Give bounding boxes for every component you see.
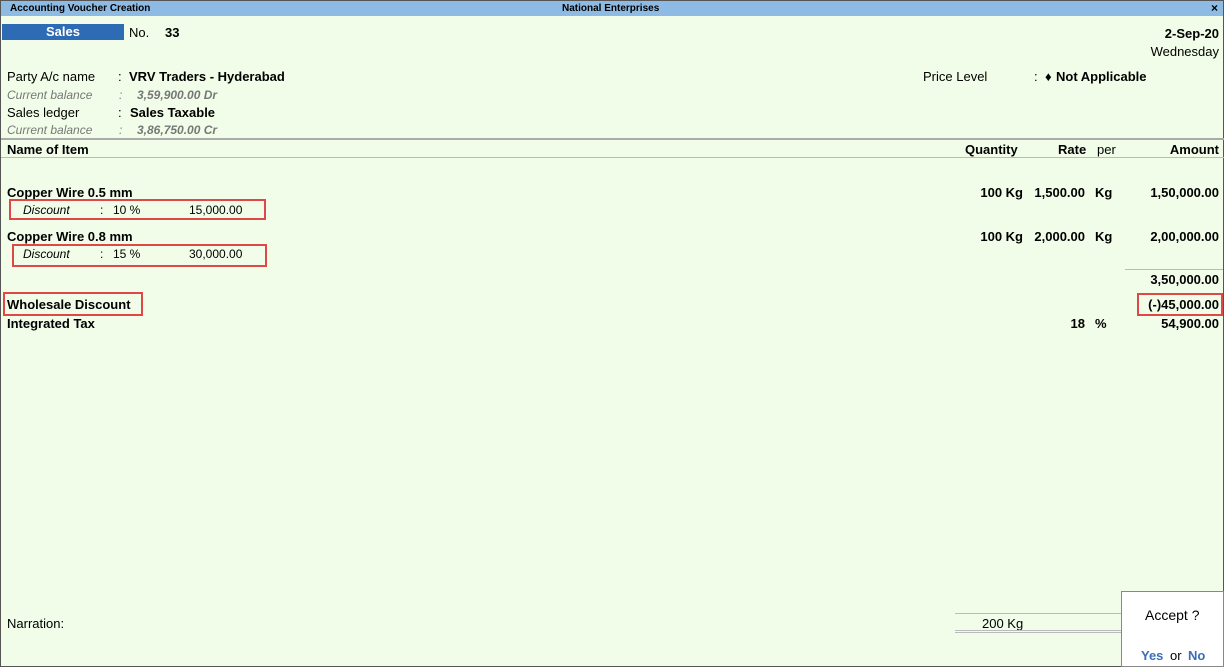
voucher-type[interactable]: Sales xyxy=(2,24,124,40)
item-per[interactable]: Kg xyxy=(1095,229,1112,244)
col-amount: Amount xyxy=(1169,142,1219,157)
ledger-name[interactable]: Integrated Tax xyxy=(7,316,95,331)
col-rate: Rate xyxy=(1058,142,1087,157)
discount-label: Discount xyxy=(23,247,70,261)
total-quantity: 200 Kg xyxy=(982,616,1024,631)
ledger-rate[interactable]: 18 xyxy=(1071,316,1085,331)
voucher-no[interactable]: 33 xyxy=(165,25,179,40)
title-bar: Accounting Voucher Creation National Ent… xyxy=(1,1,1223,16)
ledger-amount[interactable]: 54,900.00 xyxy=(1161,316,1219,331)
window-title: Accounting Voucher Creation xyxy=(10,3,151,14)
price-level-label: Price Level xyxy=(923,69,988,84)
item-amount[interactable]: 1,50,000.00 xyxy=(1150,185,1219,200)
item-qty[interactable]: 100 Kg xyxy=(980,185,1023,200)
discount-amount[interactable]: 15,000.00 xyxy=(189,203,242,217)
or-text: or xyxy=(1170,648,1182,663)
voucher-no-label: No. xyxy=(129,25,150,40)
party-label: Party A/c name xyxy=(7,69,96,84)
item-rate[interactable]: 1,500.00 xyxy=(1034,185,1085,200)
col-qty: Quantity xyxy=(965,142,1018,157)
subtotal: 3,50,000.00 xyxy=(1150,272,1219,287)
col-per: per xyxy=(1097,142,1116,157)
discount-percent[interactable]: 15 % xyxy=(113,247,140,261)
item-per[interactable]: Kg xyxy=(1095,185,1112,200)
accept-dialog: Accept ? Yes or No xyxy=(1121,591,1224,667)
close-icon[interactable]: × xyxy=(1211,1,1218,15)
ledger-balance-label: Current balance xyxy=(7,123,93,137)
ledger-name[interactable]: Wholesale Discount xyxy=(7,297,131,312)
discount-label: Discount xyxy=(23,203,70,217)
price-level[interactable]: Not Applicable xyxy=(1056,69,1147,84)
discount-percent[interactable]: 10 % xyxy=(113,203,140,217)
yes-button[interactable]: Yes xyxy=(1141,648,1163,663)
voucher-day: Wednesday xyxy=(1150,44,1219,59)
company-name: National Enterprises xyxy=(562,3,660,14)
item-rate[interactable]: 2,000.00 xyxy=(1034,229,1085,244)
ledger-amount[interactable]: (-)45,000.00 xyxy=(1148,297,1219,312)
no-button[interactable]: No xyxy=(1188,648,1205,663)
item-name[interactable]: Copper Wire 0.8 mm xyxy=(7,229,133,244)
ledger-balance: 3,86,750.00 Cr xyxy=(137,123,218,137)
item-name[interactable]: Copper Wire 0.5 mm xyxy=(7,185,133,200)
party-balance-label: Current balance xyxy=(7,88,93,102)
item-amount[interactable]: 2,00,000.00 xyxy=(1150,229,1219,244)
discount-amount[interactable]: 30,000.00 xyxy=(189,247,242,261)
narration-label: Narration: xyxy=(7,616,65,631)
ledger-per: % xyxy=(1095,316,1107,331)
diamond-icon: ♦ xyxy=(1045,69,1052,84)
col-name: Name of Item xyxy=(7,142,89,157)
voucher-date[interactable]: 2-Sep-20 xyxy=(1165,26,1219,41)
party-name[interactable]: VRV Traders - Hyderabad xyxy=(129,69,285,84)
party-balance: 3,59,900.00 Dr xyxy=(137,88,218,102)
voucher-window: Accounting Voucher Creation National Ent… xyxy=(0,0,1224,667)
item-qty[interactable]: 100 Kg xyxy=(980,229,1023,244)
accept-prompt: Accept ? xyxy=(1145,607,1200,623)
sales-ledger[interactable]: Sales Taxable xyxy=(130,105,215,120)
ledger-label: Sales ledger xyxy=(7,105,80,120)
